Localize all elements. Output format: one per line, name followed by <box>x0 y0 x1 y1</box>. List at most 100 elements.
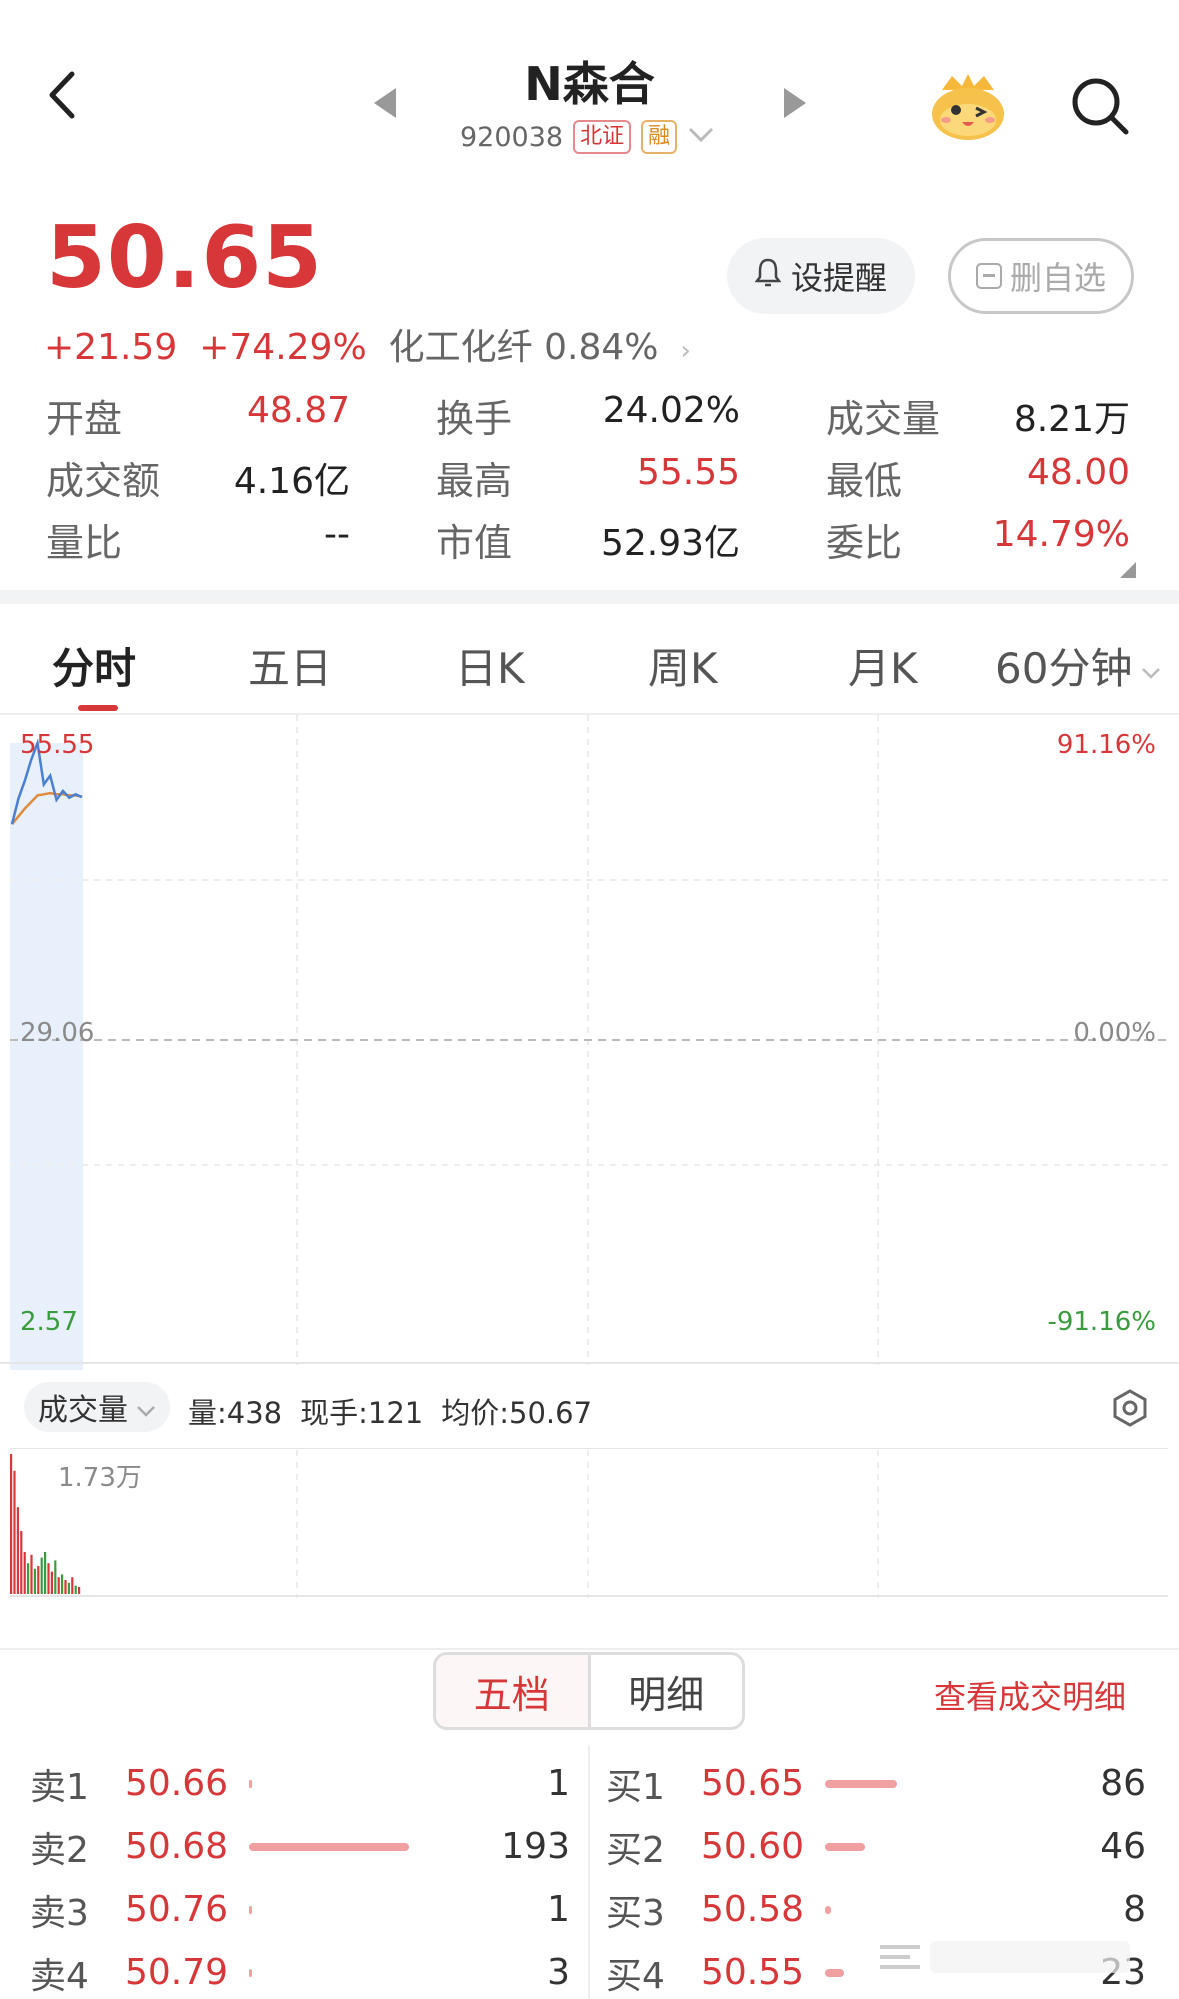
volume-bar <box>74 1585 77 1594</box>
sell-level-label: 卖1 <box>30 1766 89 1808</box>
expand-corner-icon[interactable] <box>1120 562 1136 578</box>
buy-level-row[interactable]: 买3 50.58 8 <box>606 1878 1146 1941</box>
tab-60min[interactable]: 60分钟 <box>995 635 1162 696</box>
buy-volume-bar <box>825 1905 832 1914</box>
current-price: 50.65 <box>46 208 324 308</box>
bell-icon <box>754 257 782 295</box>
volume-max-label: 1.73万 <box>58 1463 142 1493</box>
y-axis-mid-label: 29.06 <box>20 1018 94 1048</box>
sell-level-row[interactable]: 卖1 50.66 1 <box>30 1752 570 1815</box>
volume-info: 量:438 现手:121 均价:50.67 <box>188 1390 592 1432</box>
tab-trade-detail[interactable]: 明细 <box>591 1655 743 1727</box>
search-icon[interactable] <box>1070 76 1130 140</box>
volume-bar <box>47 1563 50 1594</box>
price-change: +21.59 <box>44 327 178 368</box>
stat-label: 开盘 <box>46 397 123 441</box>
buy-level-price: 50.55 <box>701 1952 805 1993</box>
orderbook-tabs: 五档 明细 <box>433 1652 745 1730</box>
tab-monthly-k[interactable]: 月K <box>848 635 918 696</box>
chevron-down-icon[interactable] <box>687 126 715 148</box>
set-alert-label: 设提醒 <box>790 259 887 297</box>
section-divider <box>0 1648 1179 1650</box>
chevron-right-icon: › <box>680 336 691 366</box>
sell-level-qty: 193 <box>501 1826 570 1867</box>
price-change-percent: +74.29% <box>199 327 367 368</box>
volume-bar <box>10 1454 13 1594</box>
stat-label: 成交量 <box>826 397 941 441</box>
buy-level-row[interactable]: 买1 50.65 86 <box>606 1752 1146 1815</box>
volume-bar <box>61 1574 64 1594</box>
settings-icon[interactable] <box>1110 1388 1150 1432</box>
buy-level-qty: 86 <box>1100 1763 1146 1804</box>
buy-volume-bar <box>825 1842 865 1851</box>
buy-level-price: 50.60 <box>701 1826 805 1867</box>
tab-five-levels[interactable]: 五档 <box>436 1655 591 1727</box>
volume-bar <box>67 1582 70 1594</box>
pct-min-label: -91.16% <box>1047 1307 1156 1337</box>
sell-level-price: 50.76 <box>125 1889 229 1930</box>
chevron-down-icon <box>136 1390 156 1425</box>
volume-bar <box>33 1568 36 1594</box>
volume-grid <box>10 1448 1168 1598</box>
view-trade-detail-link[interactable]: 查看成交明细 <box>934 1672 1126 1718</box>
pct-max-label: 91.16% <box>1057 730 1156 760</box>
sell-level-price: 50.68 <box>125 1826 229 1867</box>
sell-level-qty: 1 <box>547 1889 570 1930</box>
sell-volume-bar <box>249 1779 253 1788</box>
stat-label: 换手 <box>436 397 513 441</box>
volume-bar <box>13 1470 16 1594</box>
sell-level-row[interactable]: 卖4 50.79 3 <box>30 1941 570 1999</box>
stat-value: 4.16亿 <box>233 461 350 502</box>
volume-bar <box>50 1571 53 1594</box>
indicator-selector-label: 成交量 <box>38 1393 128 1428</box>
sell-level-price: 50.66 <box>125 1763 229 1804</box>
tab-60min-label: 60分钟 <box>995 644 1133 693</box>
volume-info-avg: 均价:50.67 <box>441 1396 593 1430</box>
remove-watchlist-button[interactable]: 删自选 <box>948 238 1134 314</box>
tab-intraday[interactable]: 分时 <box>52 635 136 696</box>
buy-level-row[interactable]: 买2 50.60 46 <box>606 1815 1146 1878</box>
buy-level-label: 买4 <box>606 1955 665 1997</box>
stat-label: 市值 <box>436 521 513 565</box>
volume-bar <box>78 1587 81 1594</box>
tab-daily-k[interactable]: 日K <box>455 635 525 696</box>
stat-label: 成交额 <box>46 459 161 503</box>
volume-bar <box>37 1566 40 1594</box>
volume-bar <box>40 1557 43 1594</box>
sell-level-qty: 1 <box>547 1763 570 1804</box>
pct-mid-label: 0.00% <box>1073 1018 1156 1048</box>
buy-volume-bar <box>825 1779 897 1788</box>
buy-level-label: 买1 <box>606 1766 665 1808</box>
volume-bar <box>71 1577 74 1594</box>
stat-value: 24.02% <box>602 390 740 431</box>
indicator-selector[interactable]: 成交量 <box>24 1382 170 1432</box>
mascot-icon[interactable] <box>928 72 1008 146</box>
change-line: +21.59 +74.29% 化工化纤 0.84% › <box>44 318 691 370</box>
volume-bar <box>20 1531 23 1594</box>
volume-chart[interactable]: 1.73万 <box>0 1448 1179 1598</box>
sell-level-row[interactable]: 卖2 50.68 193 <box>30 1815 570 1878</box>
tab-weekly-k[interactable]: 周K <box>648 635 718 696</box>
section-divider <box>0 590 1179 604</box>
active-tab-indicator <box>78 705 118 711</box>
price-area-fill <box>10 743 83 1370</box>
next-stock-icon[interactable] <box>782 88 806 122</box>
volume-bar <box>23 1552 26 1594</box>
stat-value: 52.93亿 <box>600 523 740 564</box>
volume-bar <box>57 1577 60 1594</box>
stat-label: 最高 <box>436 459 513 503</box>
volume-bar <box>27 1563 30 1594</box>
volume-bar <box>54 1560 57 1594</box>
buy-level-label: 买3 <box>606 1892 665 1934</box>
sell-level-row[interactable]: 卖3 50.76 1 <box>30 1878 570 1941</box>
tab-five-day[interactable]: 五日 <box>248 635 332 696</box>
sell-volume-bar <box>249 1842 409 1851</box>
sell-level-label: 卖3 <box>30 1892 89 1934</box>
sell-level-label: 卖2 <box>30 1829 89 1871</box>
set-alert-button[interactable]: 设提醒 <box>727 238 915 314</box>
sell-volume-bar <box>249 1905 253 1914</box>
sector-link[interactable]: 化工化纤 0.84% <box>389 318 659 370</box>
stat-value: 48.87 <box>246 390 350 431</box>
margin-badge: 融 <box>641 120 678 154</box>
intraday-chart[interactable]: 55.55 29.06 2.57 91.16% 0.00% -91.16% <box>0 715 1179 1370</box>
